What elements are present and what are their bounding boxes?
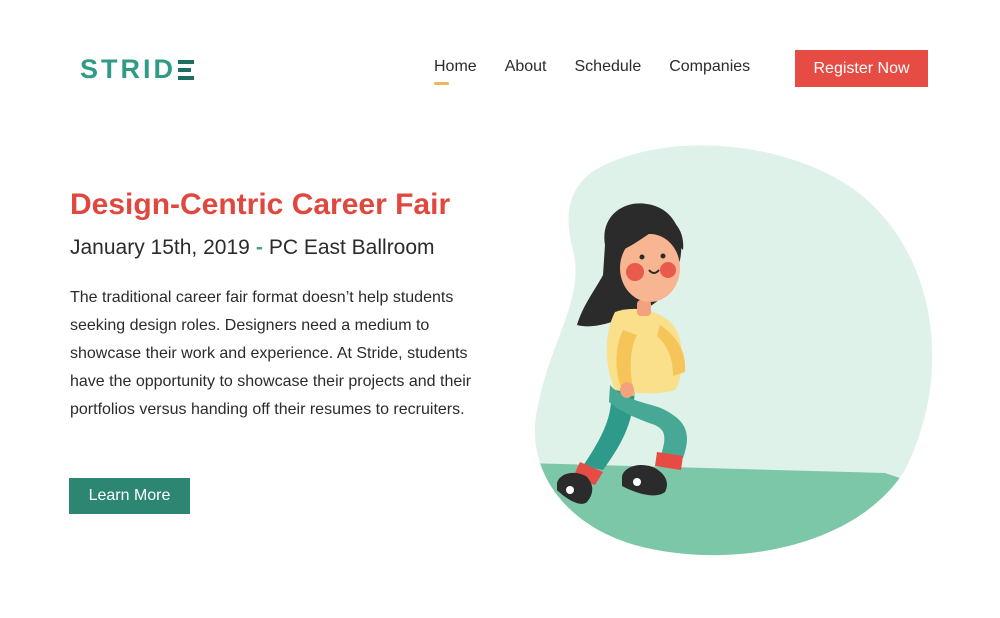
nav-link-about[interactable]: About xyxy=(505,58,547,76)
event-details-separator: - xyxy=(255,236,263,259)
event-details: January 15th, 2019- PC East Ballroom xyxy=(70,236,435,260)
hero-description: The traditional career fair format doesn… xyxy=(70,289,472,418)
learn-more-button[interactable]: Learn More xyxy=(69,478,190,514)
nav-link-companies[interactable]: Companies xyxy=(669,58,750,76)
hand xyxy=(620,382,634,398)
neck xyxy=(637,300,651,316)
nav-link-schedule[interactable]: Schedule xyxy=(575,58,642,76)
nav-link-home[interactable]: Home xyxy=(434,58,477,85)
event-date: January 15th, 2019 xyxy=(70,236,250,259)
logo-text: STRID xyxy=(80,54,176,84)
event-location: PC East Ballroom xyxy=(268,236,435,259)
logo-e-mark-icon xyxy=(178,59,194,80)
main-nav: Home About Schedule Companies xyxy=(434,58,778,85)
register-now-button[interactable]: Register Now xyxy=(795,50,928,87)
girl-walking-illustration xyxy=(534,145,933,556)
hero-title: Design-Centric Career Fair xyxy=(70,188,451,221)
stride-logo[interactable]: STRID xyxy=(80,54,194,85)
